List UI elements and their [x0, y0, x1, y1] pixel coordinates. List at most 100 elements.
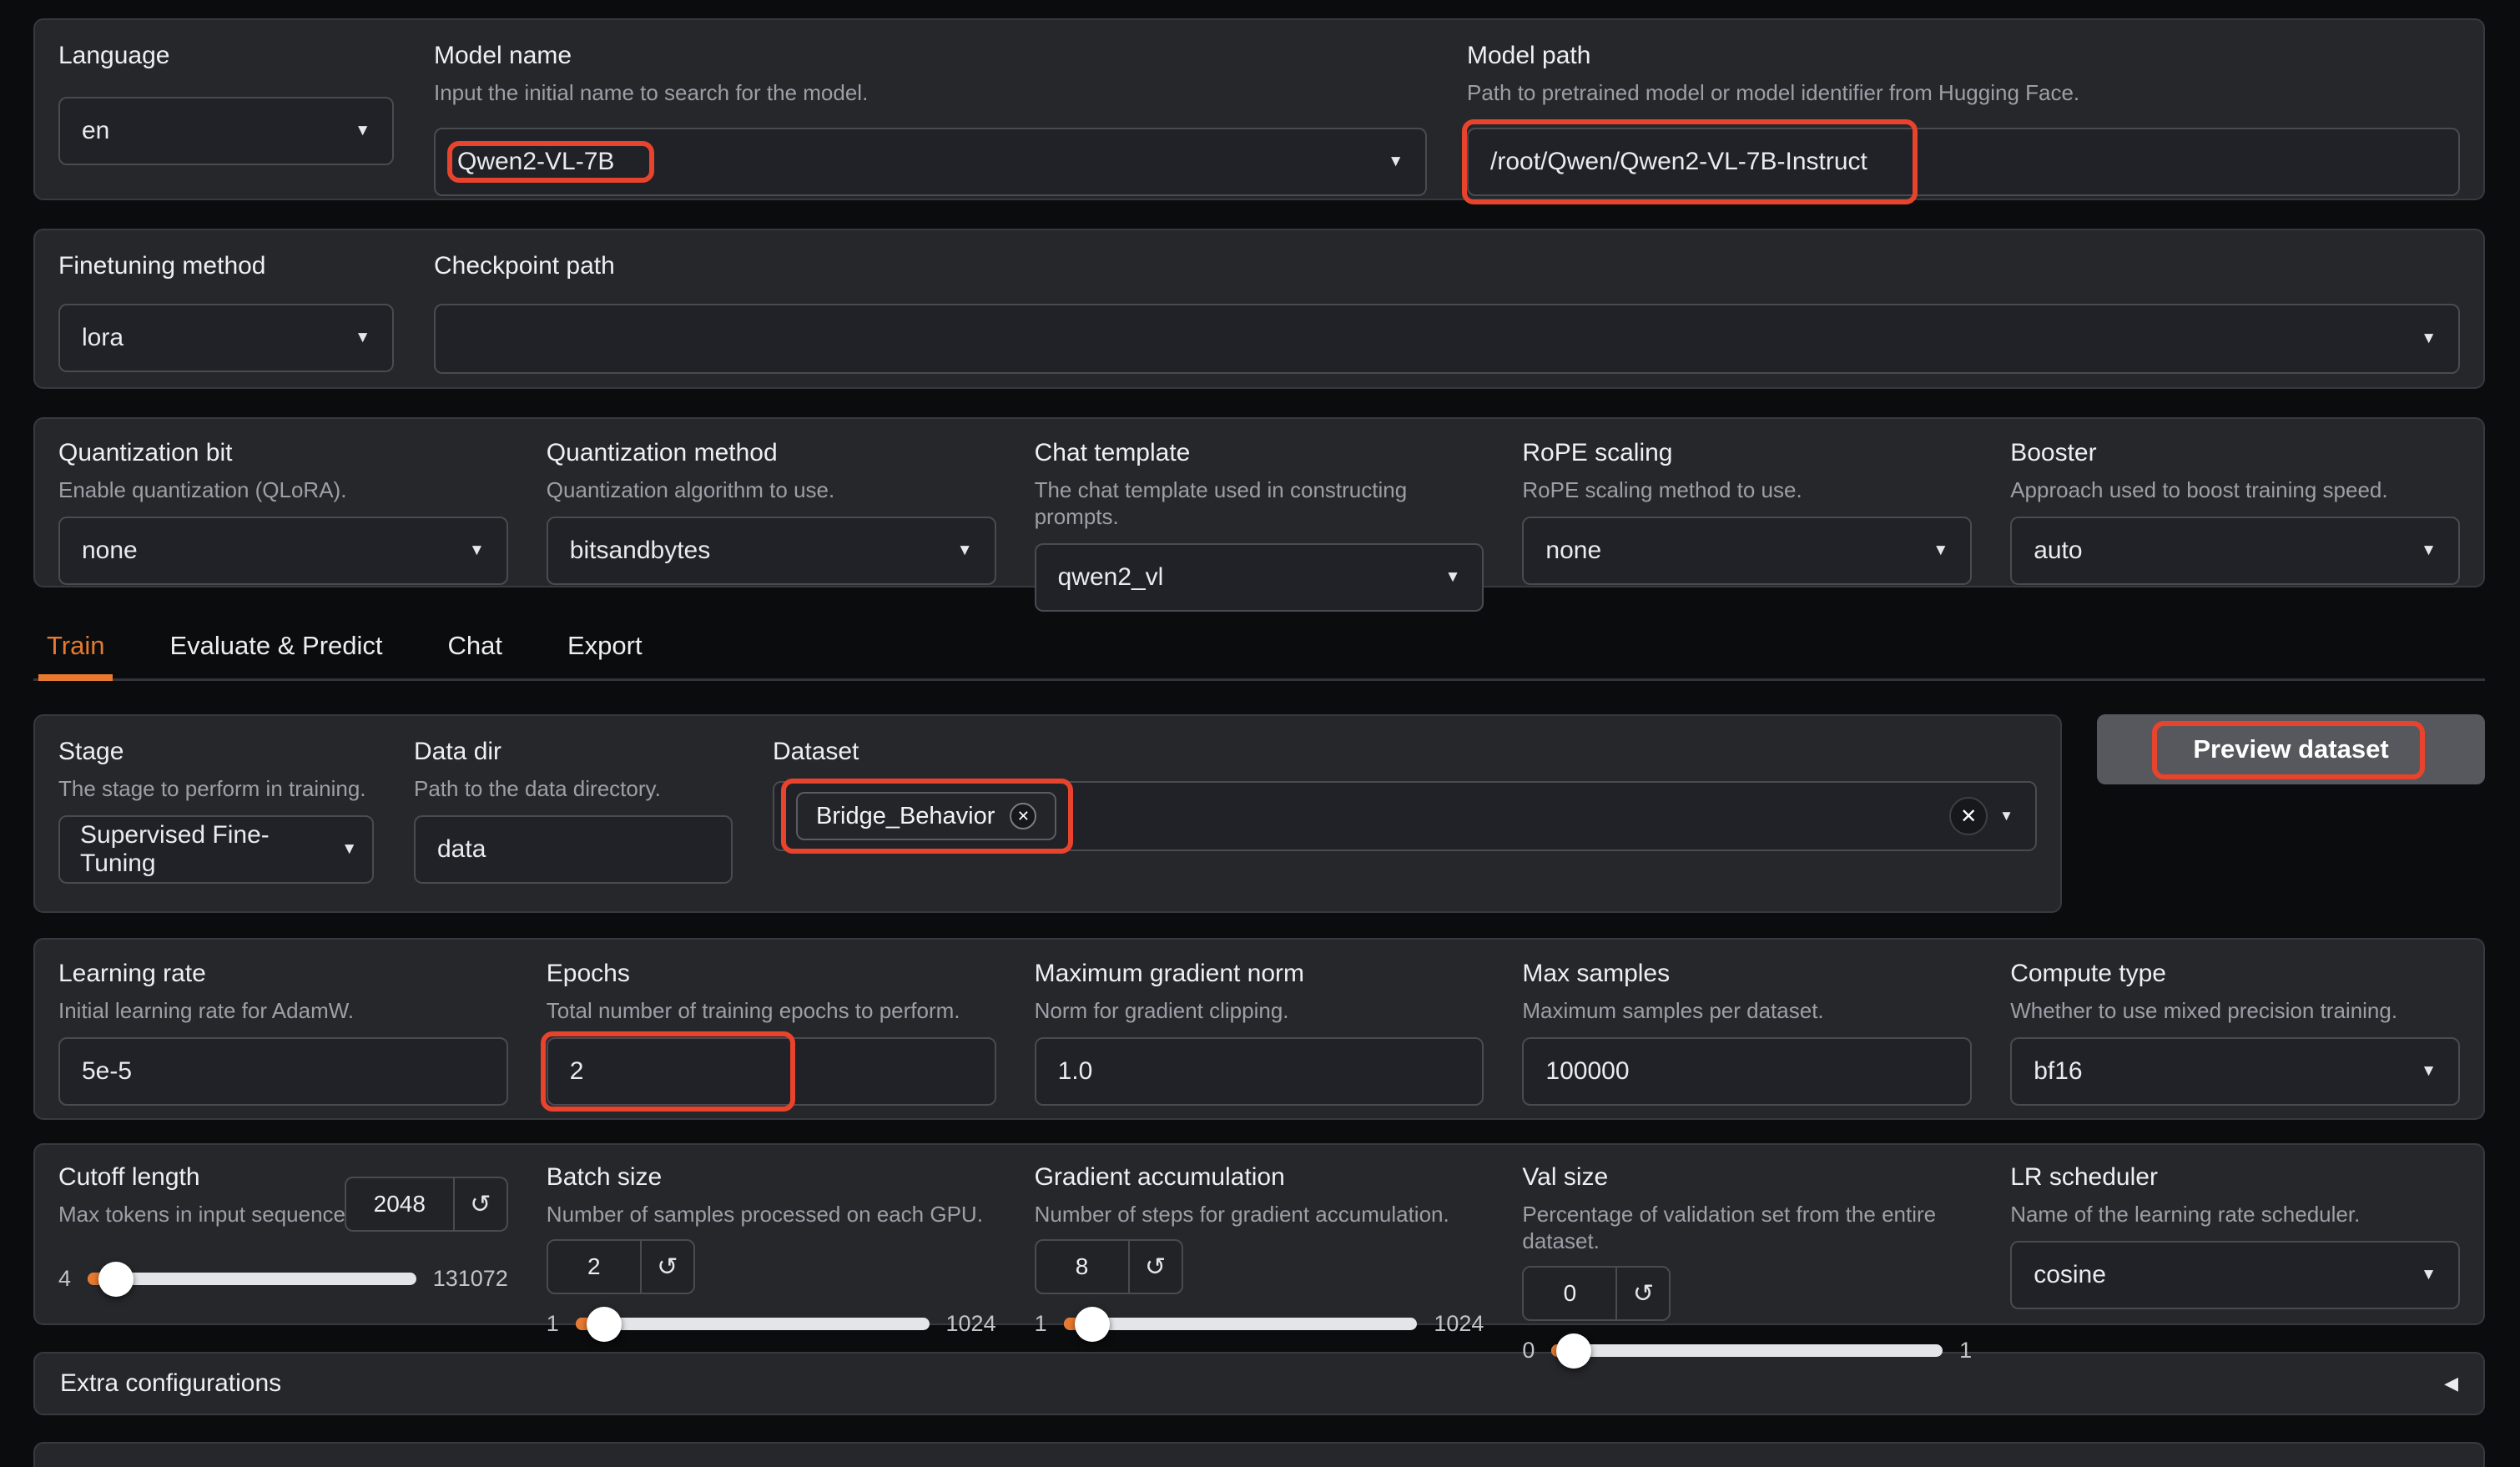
- learning-rate-input[interactable]: 5e-5: [58, 1037, 508, 1106]
- reset-icon[interactable]: ↺: [1615, 1268, 1669, 1319]
- tab-evaluate-predict[interactable]: Evaluate & Predict: [161, 619, 391, 681]
- max-grad-norm-input[interactable]: 1.0: [1035, 1037, 1484, 1106]
- model-path-description: Path to pretrained model or model identi…: [1467, 79, 2460, 106]
- quantization-method-select[interactable]: bitsandbytes ▼: [547, 517, 996, 585]
- slider-handle[interactable]: [1075, 1307, 1110, 1342]
- booster-label: Booster: [2010, 437, 2460, 469]
- checkpoint-path-select[interactable]: ▼: [434, 304, 2460, 374]
- batch-size-max: 1024: [946, 1311, 996, 1337]
- collapse-icon: ◀: [2444, 1373, 2458, 1394]
- chat-template-section: Chat template The chat template used in …: [1035, 437, 1484, 567]
- booster-select[interactable]: auto ▼: [2010, 517, 2460, 585]
- slider-handle[interactable]: [98, 1262, 134, 1297]
- quantization-method-description: Quantization algorithm to use.: [547, 476, 996, 503]
- data-dir-section: Data dir Path to the data directory. dat…: [414, 736, 733, 891]
- epochs-input[interactable]: 2: [547, 1037, 996, 1106]
- slider-track[interactable]: [1551, 1344, 1943, 1357]
- chevron-down-icon: ▼: [2421, 1062, 2437, 1081]
- gradient-accumulation-label: Gradient accumulation: [1035, 1162, 1484, 1193]
- dataset-chip-label: Bridge_Behavior: [816, 803, 995, 830]
- finetuning-method-label: Finetuning method: [58, 250, 394, 282]
- dataset-multiselect[interactable]: Bridge_Behavior ✕ ✕ ▼: [773, 781, 2037, 851]
- batch-size-value[interactable]: 2: [548, 1241, 640, 1293]
- model-name-select[interactable]: Qwen2-VL-7B ▼: [434, 128, 1427, 196]
- val-size-section: Val size Percentage of validation set fr…: [1522, 1162, 1972, 1307]
- rope-scaling-value: none: [1545, 537, 1601, 565]
- stage-select[interactable]: Supervised Fine-Tuning ▼: [58, 815, 374, 884]
- epochs-description: Total number of training epochs to perfo…: [547, 997, 996, 1024]
- chat-template-description: The chat template used in constructing p…: [1035, 476, 1484, 530]
- extra-configurations-accordion[interactable]: Extra configurations ◀: [33, 1352, 2485, 1415]
- chat-template-value: qwen2_vl: [1058, 563, 1164, 592]
- cutoff-length-section: Cutoff length Max tokens in input sequen…: [58, 1162, 508, 1307]
- stage-value: Supervised Fine-Tuning: [80, 821, 338, 878]
- max-samples-description: Maximum samples per dataset.: [1522, 997, 1972, 1024]
- quantization-method-section: Quantization method Quantization algorit…: [547, 437, 996, 567]
- quantization-bit-select[interactable]: none ▼: [58, 517, 508, 585]
- data-dir-value: data: [437, 835, 486, 864]
- reset-icon[interactable]: ↺: [1128, 1241, 1182, 1293]
- val-size-description: Percentage of validation set from the en…: [1522, 1201, 1972, 1254]
- slider-handle[interactable]: [1556, 1333, 1591, 1369]
- booster-description: Approach used to boost training speed.: [2010, 476, 2460, 503]
- model-path-value: /root/Qwen/Qwen2-VL-7B-Instruct: [1490, 148, 1867, 176]
- tab-chat[interactable]: Chat: [440, 619, 511, 681]
- language-section: Language en ▼: [58, 40, 394, 179]
- slider-handle[interactable]: [587, 1307, 622, 1342]
- data-dir-input[interactable]: data: [414, 815, 733, 884]
- compute-type-description: Whether to use mixed precision training.: [2010, 997, 2460, 1024]
- finetuning-panel: Finetuning method lora ▼ Checkpoint path…: [33, 229, 2485, 389]
- batch-size-numbox: 2 ↺: [547, 1239, 695, 1294]
- max-grad-norm-value: 1.0: [1058, 1057, 1093, 1086]
- batch-size-label: Batch size: [547, 1162, 996, 1193]
- reset-icon[interactable]: ↺: [640, 1241, 693, 1293]
- cutoff-length-max: 131072: [433, 1266, 508, 1292]
- main-tab-bar: Train Evaluate & Predict Chat Export: [33, 619, 2485, 681]
- epochs-value: 2: [570, 1057, 584, 1086]
- chevron-down-icon: ▼: [355, 122, 370, 140]
- reset-icon[interactable]: ↺: [453, 1178, 507, 1230]
- next-panel-partial: [33, 1442, 2485, 1467]
- data-dir-label: Data dir: [414, 736, 733, 768]
- stage-label: Stage: [58, 736, 374, 768]
- chevron-down-icon: ▼: [2421, 1266, 2437, 1284]
- chip-close-icon[interactable]: ✕: [1010, 803, 1036, 829]
- gradient-accumulation-slider: 1 1024: [1035, 1311, 1484, 1337]
- finetuning-method-select[interactable]: lora ▼: [58, 304, 394, 372]
- rope-scaling-label: RoPE scaling: [1522, 437, 1972, 469]
- model-name-section: Model name Input the initial name to sea…: [434, 40, 1427, 179]
- model-name-value: Qwen2-VL-7B: [457, 148, 614, 176]
- slider-track[interactable]: [576, 1318, 930, 1330]
- tab-export[interactable]: Export: [559, 619, 651, 681]
- val-size-slider: 0 1: [1522, 1338, 1972, 1364]
- slider-track[interactable]: [88, 1273, 416, 1285]
- model-path-section: Model path Path to pretrained model or m…: [1467, 40, 2460, 179]
- cutoff-length-value[interactable]: 2048: [346, 1178, 453, 1230]
- chat-template-select[interactable]: qwen2_vl ▼: [1035, 543, 1484, 612]
- tab-train[interactable]: Train: [38, 619, 113, 681]
- compute-type-select[interactable]: bf16 ▼: [2010, 1037, 2460, 1106]
- quantization-bit-label: Quantization bit: [58, 437, 508, 469]
- stage-description: The stage to perform in training.: [58, 775, 374, 802]
- gradient-accumulation-min: 1: [1035, 1311, 1047, 1337]
- preview-dataset-button[interactable]: Preview dataset: [2097, 714, 2485, 784]
- val-size-min: 0: [1522, 1338, 1535, 1364]
- rope-scaling-select[interactable]: none ▼: [1522, 517, 1972, 585]
- gradient-accumulation-value[interactable]: 8: [1036, 1241, 1128, 1293]
- lr-scheduler-select[interactable]: cosine ▼: [2010, 1241, 2460, 1309]
- max-samples-input[interactable]: 100000: [1522, 1037, 1972, 1106]
- chevron-down-icon: ▼: [469, 542, 485, 560]
- slider-track[interactable]: [1064, 1318, 1418, 1330]
- rope-scaling-section: RoPE scaling RoPE scaling method to use.…: [1522, 437, 1972, 567]
- gradient-accumulation-numbox: 8 ↺: [1035, 1239, 1183, 1294]
- max-grad-norm-label: Maximum gradient norm: [1035, 958, 1484, 990]
- batch-size-slider: 1 1024: [547, 1311, 996, 1337]
- language-select[interactable]: en ▼: [58, 97, 394, 165]
- llamafactory-webui: Language en ▼ Model name Input the initi…: [0, 0, 2520, 1467]
- val-size-value[interactable]: 0: [1524, 1268, 1615, 1319]
- quantization-bit-description: Enable quantization (QLoRA).: [58, 476, 508, 503]
- model-path-input[interactable]: /root/Qwen/Qwen2-VL-7B-Instruct: [1467, 128, 2460, 196]
- clear-selection-icon[interactable]: ✕: [1949, 797, 1988, 835]
- batch-size-section: Batch size Number of samples processed o…: [547, 1162, 996, 1307]
- dataset-chip-wrap: Bridge_Behavior ✕: [796, 792, 1056, 840]
